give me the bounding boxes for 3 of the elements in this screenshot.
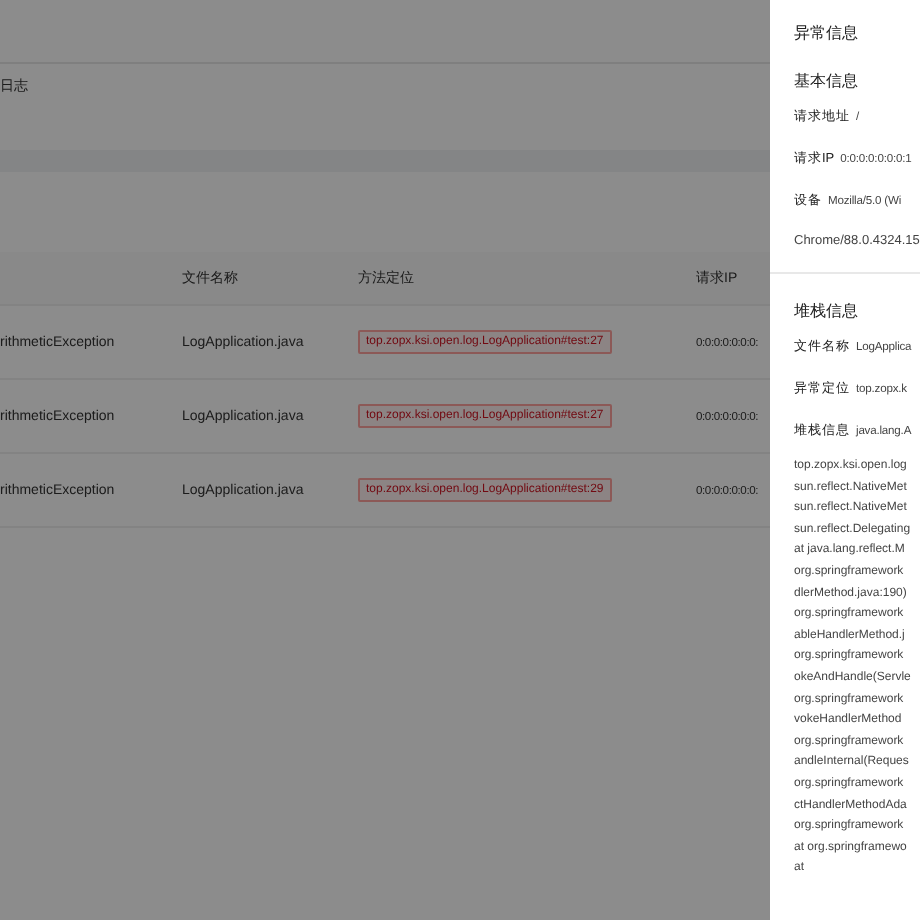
section-heading: 堆栈信息 bbox=[794, 300, 858, 322]
section-heading: 基本信息 bbox=[794, 70, 858, 92]
drawer-title: 异常信息 bbox=[794, 22, 858, 44]
